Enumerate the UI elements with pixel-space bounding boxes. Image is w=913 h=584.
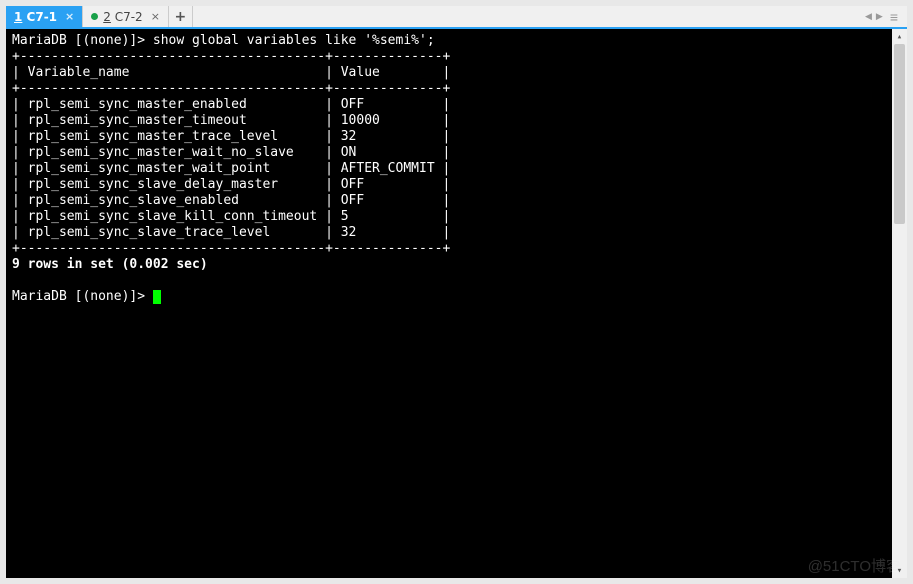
next-tab-icon[interactable]: ▶	[876, 11, 883, 22]
unsaved-dot-icon	[91, 13, 98, 20]
prompt: MariaDB [(none)]>	[12, 289, 153, 304]
tab-menu-icon[interactable]: ≡	[887, 9, 901, 25]
scroll-down-icon[interactable]: ▾	[892, 563, 907, 578]
tab-label: 1 C7-1	[14, 10, 57, 24]
scroll-up-icon[interactable]: ▴	[892, 29, 907, 44]
tab-label: 2 C7-2	[103, 10, 142, 24]
close-icon[interactable]: ×	[151, 10, 160, 23]
tab-bar: 1 C7-1 × 2 C7-2 × + ◀ ▶ ≡	[6, 6, 907, 29]
terminal-output[interactable]: MariaDB [(none)]> show global variables …	[6, 29, 892, 578]
cursor	[153, 290, 161, 304]
scroll-thumb[interactable]	[894, 44, 905, 224]
tab-C7-2[interactable]: 2 C7-2 ×	[83, 6, 169, 27]
new-tab-button[interactable]: +	[169, 6, 193, 27]
tab-C7-1[interactable]: 1 C7-1 ×	[6, 6, 83, 27]
scrollbar[interactable]: ▴ ▾	[892, 29, 907, 578]
result-summary: 9 rows in set (0.002 sec)	[12, 257, 208, 272]
close-icon[interactable]: ×	[65, 10, 74, 23]
prev-tab-icon[interactable]: ◀	[865, 11, 872, 22]
tabbar-controls: ◀ ▶ ≡	[859, 6, 907, 27]
